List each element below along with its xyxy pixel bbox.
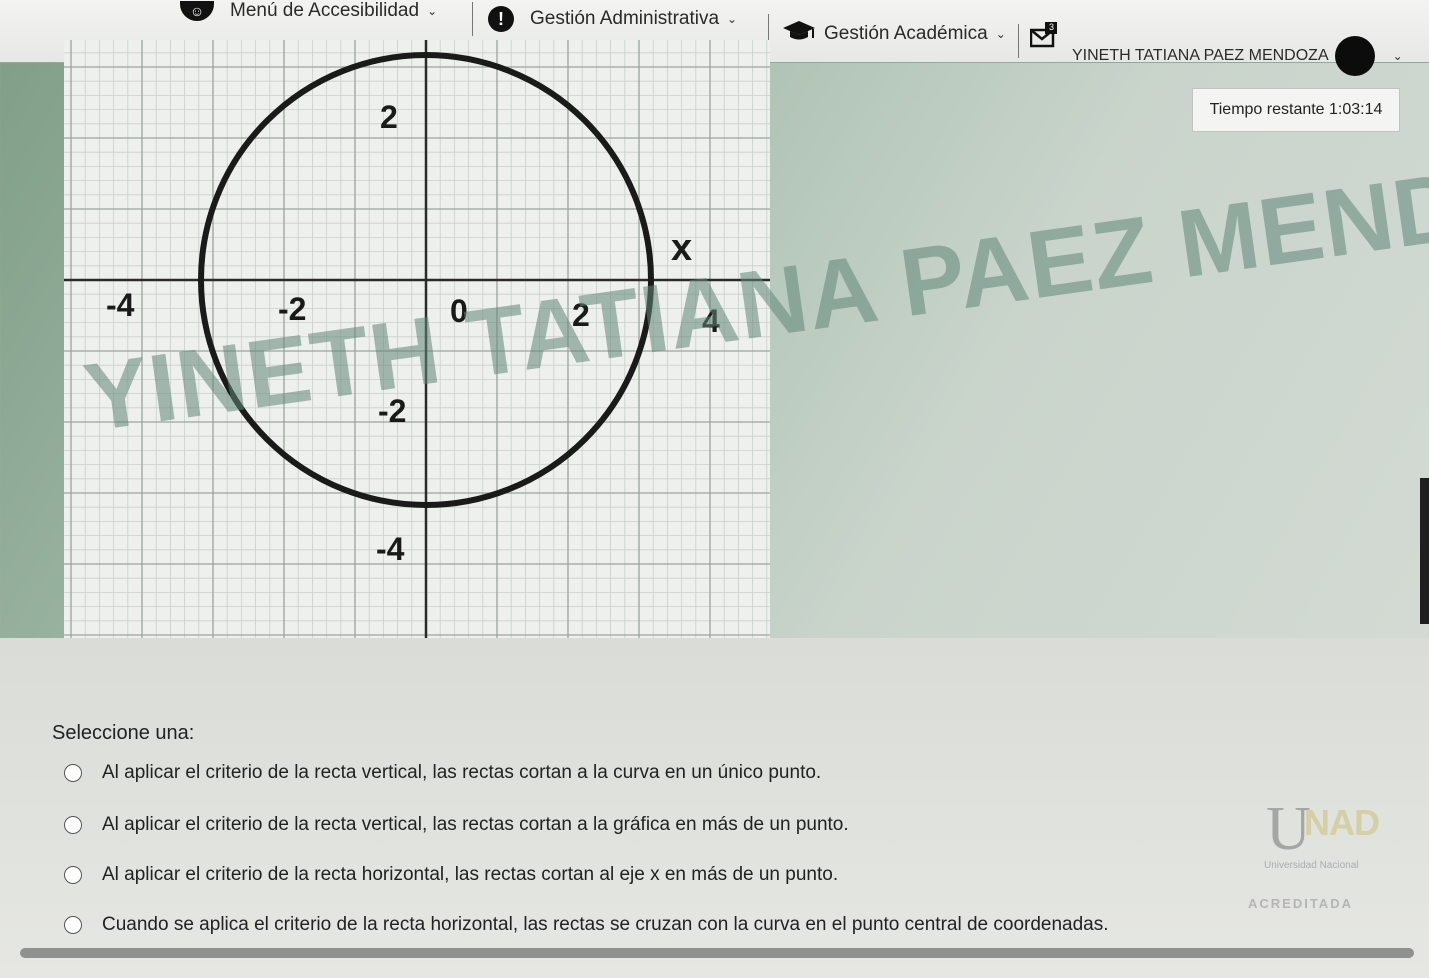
logo-letters-nad: NAD [1304,802,1380,843]
tick-label: -2 [278,291,306,327]
admin-menu-label: Gestión Administrativa [530,8,720,29]
logo-subtitle: Universidad Nacional [1264,860,1359,871]
graduation-cap-icon [782,20,816,48]
tick-label: 2 [380,99,398,135]
answer-text: Al aplicar el criterio de la recta verti… [102,814,849,835]
answer-text: Al aplicar el criterio de la recta verti… [102,762,822,783]
timer-label: Tiempo restante [1209,101,1325,118]
accessibility-menu[interactable]: ☺ Menú de Accesibilidad ⌄ [180,0,437,22]
graph-canvas: -4 -2 0 2 4 2 -2 -4 x [64,40,770,638]
chevron-down-icon: ⌄ [727,12,738,26]
tick-label: 0 [450,293,468,329]
circle-graph: -4 -2 0 2 4 2 -2 -4 x [64,40,770,638]
radio-button[interactable] [64,866,82,884]
chevron-down-icon: ⌄ [995,27,1006,41]
user-name: YINETH TATIANA PAEZ MENDOZA [1072,47,1329,64]
tick-label: -4 [376,531,405,567]
tick-label: 2 [572,297,590,333]
academic-menu[interactable]: Gestión Académica ⌄ [782,20,1006,48]
chevron-down-icon: ⌄ [1392,49,1403,63]
user-menu[interactable]: YINETH TATIANA PAEZ MENDOZA ⌄ [1072,36,1403,76]
tick-label: -4 [106,287,135,323]
radio-button[interactable] [64,916,82,934]
nav-divider [472,2,473,36]
tick-label: -2 [378,393,406,429]
admin-menu[interactable]: ! Gestión Administrativa ⌄ [488,6,737,32]
chevron-down-icon: ⌄ [427,4,438,18]
logo-badge: ACREDITADA [1248,896,1353,911]
alert-icon: ! [488,6,514,32]
scrollbar[interactable] [1420,478,1429,624]
question-prompt: Seleccione una: [52,722,195,744]
tick-label: 4 [702,303,720,339]
accessibility-icon: ☺ [180,1,214,21]
answer-option-3[interactable]: Al aplicar el criterio de la recta horiz… [64,864,838,886]
nav-divider [1018,24,1019,58]
x-axis-label: x [671,227,692,269]
envelope-icon: 3 [1029,22,1058,54]
notification-badge: 3 [1049,22,1055,32]
answer-text: Al aplicar el criterio de la recta horiz… [102,864,839,885]
answer-text: Cuando se aplica el criterio de la recta… [102,914,1109,935]
avatar [1334,36,1375,76]
radio-button[interactable] [64,816,82,834]
timer-value: 1:03:14 [1329,101,1383,118]
accessibility-menu-label: Menú de Accesibilidad [230,0,420,21]
answer-option-4[interactable]: Cuando se aplica el criterio de la recta… [64,914,1109,936]
answer-option-2[interactable]: Al aplicar el criterio de la recta verti… [64,814,849,836]
horizontal-scrollbar[interactable] [20,948,1414,958]
answer-option-1[interactable]: Al aplicar el criterio de la recta verti… [64,762,821,784]
time-remaining-box: Tiempo restante 1:03:14 [1192,88,1400,132]
radio-button[interactable] [64,764,82,782]
unad-logo: U NAD Universidad Nacional ACREDITADA [1240,780,1410,920]
messages-button[interactable]: 3 [1029,22,1072,54]
academic-menu-label: Gestión Académica [824,23,988,44]
